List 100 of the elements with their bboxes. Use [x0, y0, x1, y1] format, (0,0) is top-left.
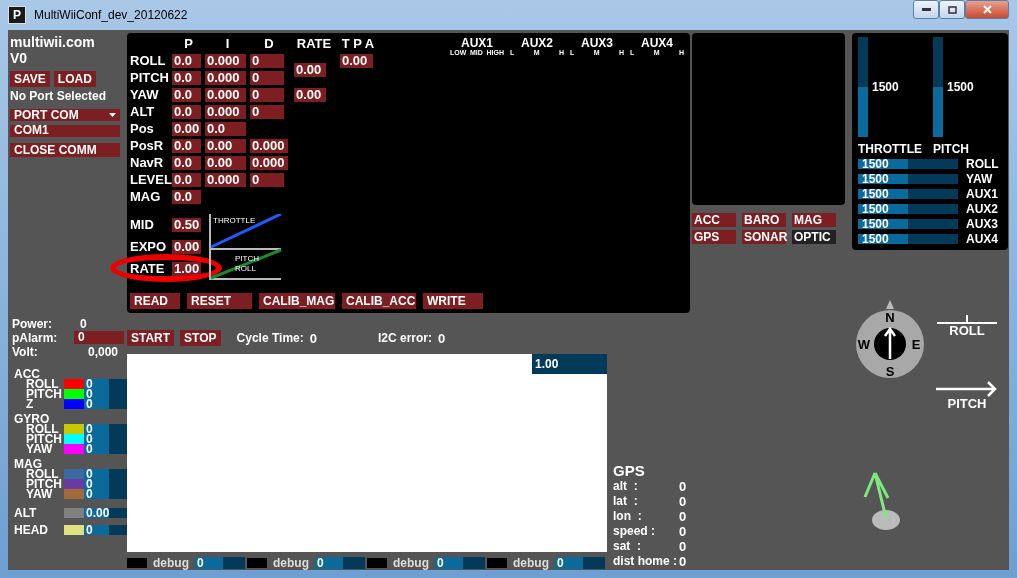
- debug-swatch: [127, 558, 147, 568]
- attitude-label: ROLL: [949, 324, 985, 337]
- pid-field[interactable]: 0.0: [172, 173, 201, 187]
- arrow-right-icon: [936, 381, 998, 397]
- pid-field[interactable]: 0.000: [205, 88, 246, 102]
- maximize-icon: [947, 5, 957, 14]
- tpa-field[interactable]: 0.00: [340, 54, 373, 68]
- port-option[interactable]: COM1: [10, 125, 120, 137]
- close-icon: [982, 5, 992, 14]
- pid-field[interactable]: 0: [250, 105, 284, 119]
- action-button[interactable]: RESET: [187, 293, 252, 309]
- pid-field[interactable]: 0.000: [250, 156, 288, 170]
- pid-field[interactable]: 0.00: [205, 156, 246, 170]
- stat-label: I2C error:: [377, 331, 432, 345]
- channel-name: PITCH: [933, 142, 970, 156]
- pid-field[interactable]: 0.0: [205, 122, 246, 136]
- compass-letter: N: [885, 310, 895, 325]
- pid-field[interactable]: 0.0: [172, 105, 201, 119]
- channel-name: AUX4: [966, 231, 998, 246]
- window-title: MultiWiiConf_dev_20120622: [34, 8, 189, 22]
- aux-header: AUX2: [521, 37, 553, 49]
- sensor-toggle[interactable]: SONAR: [742, 230, 786, 244]
- column-header: I: [224, 37, 231, 51]
- stat-value: 0: [309, 330, 317, 346]
- pid-field[interactable]: 0.0: [172, 190, 201, 204]
- file-button[interactable]: LOAD: [53, 71, 96, 87]
- sensor-toggle[interactable]: OPTIC: [792, 230, 836, 244]
- rate-field[interactable]: 0.00: [294, 88, 326, 102]
- row-label: YAW: [130, 88, 160, 102]
- sensor-group-title: GYRO: [14, 414, 50, 424]
- action-button[interactable]: CALIB_MAG: [259, 293, 335, 309]
- sensor-toggle[interactable]: MAG: [792, 213, 836, 227]
- pid-field[interactable]: 0.000: [205, 54, 246, 68]
- row-label: PITCH: [130, 71, 170, 85]
- minimize-button[interactable]: [913, 0, 939, 19]
- gps-title: GPS: [613, 462, 646, 479]
- action-button[interactable]: READ: [130, 293, 180, 309]
- debug-swatch: [367, 558, 387, 568]
- throttle-field[interactable]: 0.50: [172, 218, 201, 232]
- channel-name: YAW: [966, 171, 993, 186]
- throttle-field[interactable]: 0.00: [172, 240, 201, 254]
- sensor-label: ROLL: [26, 469, 60, 479]
- row-label: Pos: [130, 122, 155, 136]
- alarm-field[interactable]: 0: [74, 331, 124, 344]
- rate-field[interactable]: 0.00: [294, 62, 326, 77]
- port-status: No Port Selected: [10, 89, 107, 103]
- pid-field[interactable]: 0.00: [172, 122, 201, 136]
- channel-value: 1500: [862, 156, 889, 171]
- gps-label: lon :: [613, 509, 643, 524]
- channel-value: 1500: [862, 216, 889, 231]
- sensor-toggle[interactable]: ACC: [692, 213, 736, 227]
- aux-header: AUX4: [641, 37, 673, 49]
- maximize-button[interactable]: [939, 0, 965, 19]
- sensor-label: PITCH: [25, 434, 63, 444]
- pid-field[interactable]: 0.000: [205, 173, 246, 187]
- pid-field[interactable]: 0.0: [172, 54, 201, 68]
- pid-field[interactable]: 0.0: [172, 156, 201, 170]
- pid-field[interactable]: 0: [250, 54, 284, 68]
- aux-header: AUX1: [461, 37, 493, 49]
- pid-field[interactable]: 0.000: [205, 105, 246, 119]
- channel-name: ROLL: [966, 156, 999, 171]
- row-label: RATE: [130, 262, 166, 276]
- pid-field[interactable]: 0.0: [172, 139, 201, 153]
- row-label: NavR: [130, 156, 165, 170]
- close-button[interactable]: [965, 0, 1009, 19]
- pid-field[interactable]: 0.0: [172, 88, 201, 102]
- graph-scale: 1.00: [532, 354, 607, 374]
- minimize-icon: [921, 8, 931, 11]
- close-port-button[interactable]: CLOSE COMM: [10, 143, 120, 157]
- debug-swatch: [247, 558, 267, 568]
- pid-field[interactable]: 0.0: [172, 71, 201, 85]
- pid-field[interactable]: 0: [250, 71, 284, 85]
- column-header: D: [263, 37, 275, 51]
- power-label: Volt:: [12, 345, 39, 359]
- debug-readout: 0: [195, 557, 245, 569]
- sensor-toggle[interactable]: GPS: [692, 230, 736, 244]
- sensor-label: ROLL: [26, 379, 60, 389]
- throttle-field[interactable]: 1.00: [172, 262, 201, 276]
- pid-field[interactable]: 0: [250, 88, 284, 102]
- gps-value: 0: [679, 494, 688, 509]
- pid-field[interactable]: 0.000: [205, 71, 246, 85]
- sensor-label: PITCH: [25, 389, 63, 399]
- pid-field[interactable]: 0.000: [250, 139, 288, 153]
- sensor-toggle[interactable]: BARO: [742, 213, 786, 227]
- channel-value: 1500: [862, 186, 889, 201]
- port-dropdown[interactable]: PORT COM: [10, 109, 120, 121]
- gps-label: sat :: [613, 539, 642, 554]
- monitor-button[interactable]: STOP: [180, 330, 221, 346]
- gps-label: alt :: [613, 479, 639, 494]
- action-button[interactable]: WRITE: [423, 293, 483, 309]
- compass-letter: S: [885, 364, 895, 379]
- level-line-icon: [937, 314, 997, 324]
- channel-name: AUX3: [966, 216, 998, 231]
- monitor-button[interactable]: START: [127, 330, 175, 346]
- pid-field[interactable]: 0: [250, 173, 284, 187]
- action-button[interactable]: CALIB_ACC: [342, 293, 416, 309]
- file-button[interactable]: SAVE: [10, 71, 50, 87]
- pid-field[interactable]: 0.00: [205, 139, 246, 153]
- gps-label: speed :: [613, 524, 656, 539]
- curve-label: THROTTLE: [213, 216, 256, 225]
